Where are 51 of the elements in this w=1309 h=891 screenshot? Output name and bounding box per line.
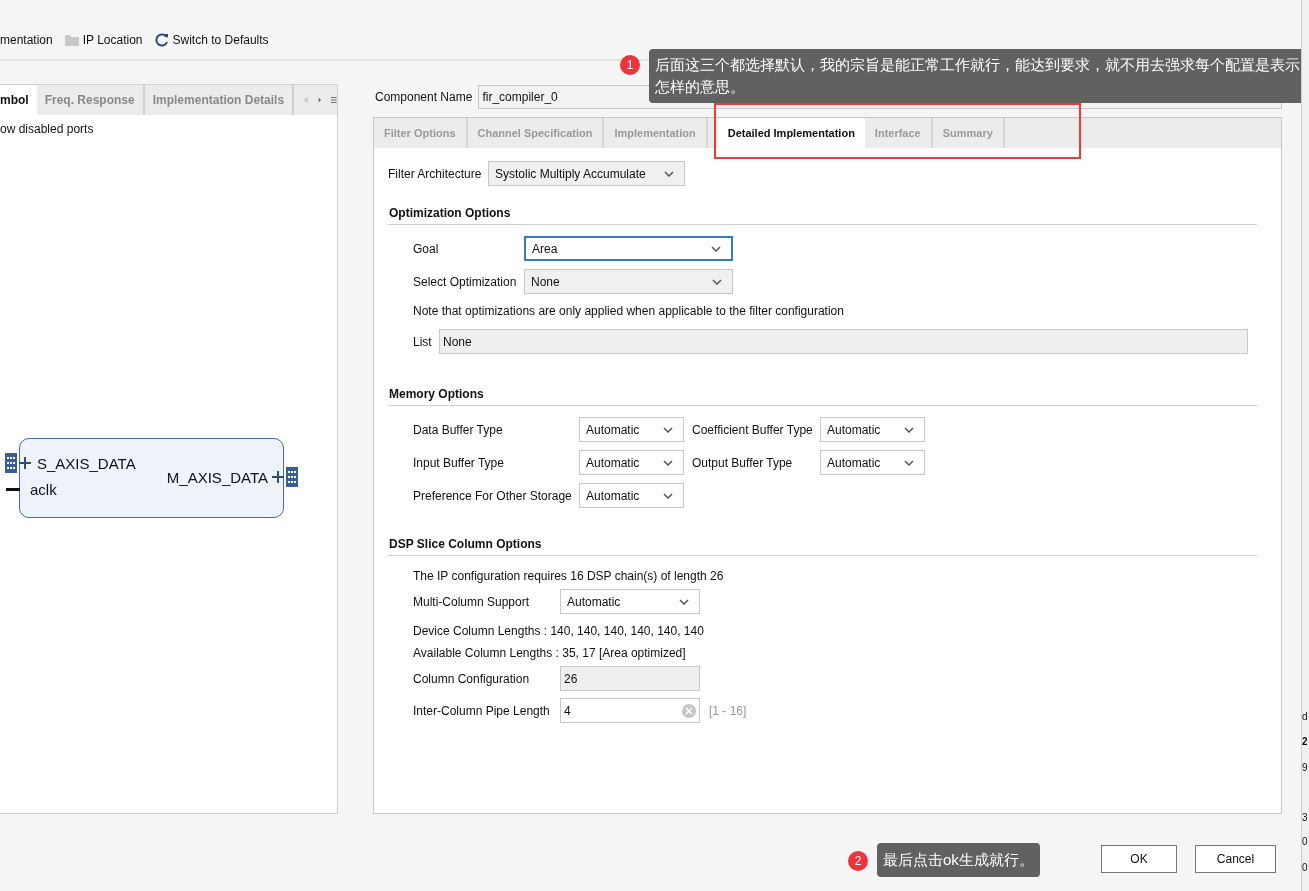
dropdown[interactable]: Automatic — [820, 450, 925, 475]
field-label: Filter Architecture — [388, 166, 483, 181]
annotation-tooltip: 最后点击ok生成就行。 — [877, 843, 1040, 877]
field-label: Coefficient Buffer Type — [692, 422, 814, 437]
cut-off-text: 3 — [1302, 812, 1308, 823]
dropdown[interactable]: Automatic — [579, 483, 684, 508]
step-number-badge: 2 — [848, 851, 868, 871]
dropdown[interactable]: Area — [524, 236, 733, 261]
available-lengths-text: Available Column Lengths : 35, 17 [Area optimized] — [412, 645, 687, 661]
section-heading: Optimization Options — [388, 206, 1257, 225]
field-label: Multi-Column Support — [413, 594, 531, 609]
cut-off-text: d — [1302, 711, 1308, 722]
dropdown[interactable]: Automatic — [560, 589, 700, 614]
cut-off-text: 9 — [1302, 762, 1308, 773]
toolbar-button[interactable]: IP Location — [64, 33, 143, 47]
toolbar-button[interactable]: Switch to Defaults — [154, 33, 269, 47]
dropdown[interactable]: Automatic — [820, 417, 925, 442]
tab[interactable]: mbol — [0, 85, 37, 115]
section-heading: DSP Slice Column Options — [388, 537, 1257, 556]
dropdown[interactable]: Automatic — [579, 450, 684, 475]
list-field: None — [439, 329, 1248, 354]
field-label: Goal — [413, 241, 440, 256]
column-configuration-field: 26 — [560, 666, 700, 691]
section-heading: Memory Options — [388, 387, 1257, 406]
port-name: aclk — [30, 481, 57, 498]
note-text: Note that optimizations are only applied when applicable to the filter configuration — [412, 303, 845, 319]
cut-off-text: 2 — [1302, 736, 1308, 747]
dialog-button[interactable]: OK — [1101, 845, 1177, 873]
cut-off-text: 0 — [1302, 836, 1308, 847]
field-label: Column Configuration — [413, 671, 531, 686]
requirement-text: The IP configuration requires 16 DSP chain(s) of length 26 — [412, 568, 725, 584]
port-name: S_AXIS_DATA — [37, 454, 136, 472]
field-label: Select Optimization — [413, 274, 518, 289]
field-label: Input Buffer Type — [413, 455, 505, 470]
cut-off-text: 0 — [1302, 862, 1308, 873]
dialog-button[interactable]: Cancel — [1195, 845, 1276, 873]
port-name: M_AXIS_DATA — [166, 468, 268, 486]
field-label: Inter-Column Pipe Length — [413, 703, 551, 718]
dropdown[interactable]: Automatic — [579, 417, 684, 442]
tab[interactable]: Detailed Implementation — [717, 118, 865, 148]
field-label: Component Name — [375, 90, 473, 104]
device-lengths-text: Device Column Lengths : 140, 140, 140, 140, 140, 140 — [412, 623, 705, 639]
show-disabled-ports-label: ow disabled ports — [0, 121, 95, 136]
field-label: List — [413, 334, 433, 349]
toolbar-button[interactable]: mentation — [0, 33, 53, 47]
range-hint: [1 - 16] — [709, 703, 747, 718]
field-label: Preference For Other Storage — [413, 488, 573, 503]
pipe-length-field[interactable]: 4 — [560, 698, 700, 723]
field-label: Data Buffer Type — [413, 422, 504, 437]
step-number-badge: 1 — [620, 55, 640, 75]
field-label: Output Buffer Type — [692, 455, 794, 470]
